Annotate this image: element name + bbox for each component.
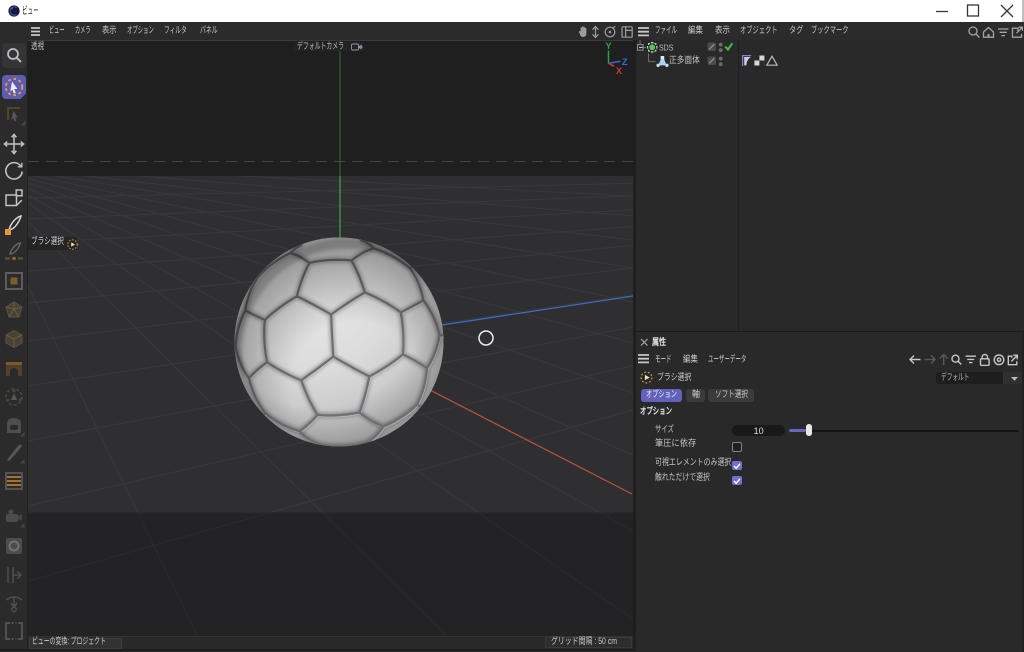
svg-text:Z: Z: [622, 57, 628, 67]
svg-text:Y: Y: [605, 41, 611, 51]
svg-text:X: X: [616, 66, 622, 76]
